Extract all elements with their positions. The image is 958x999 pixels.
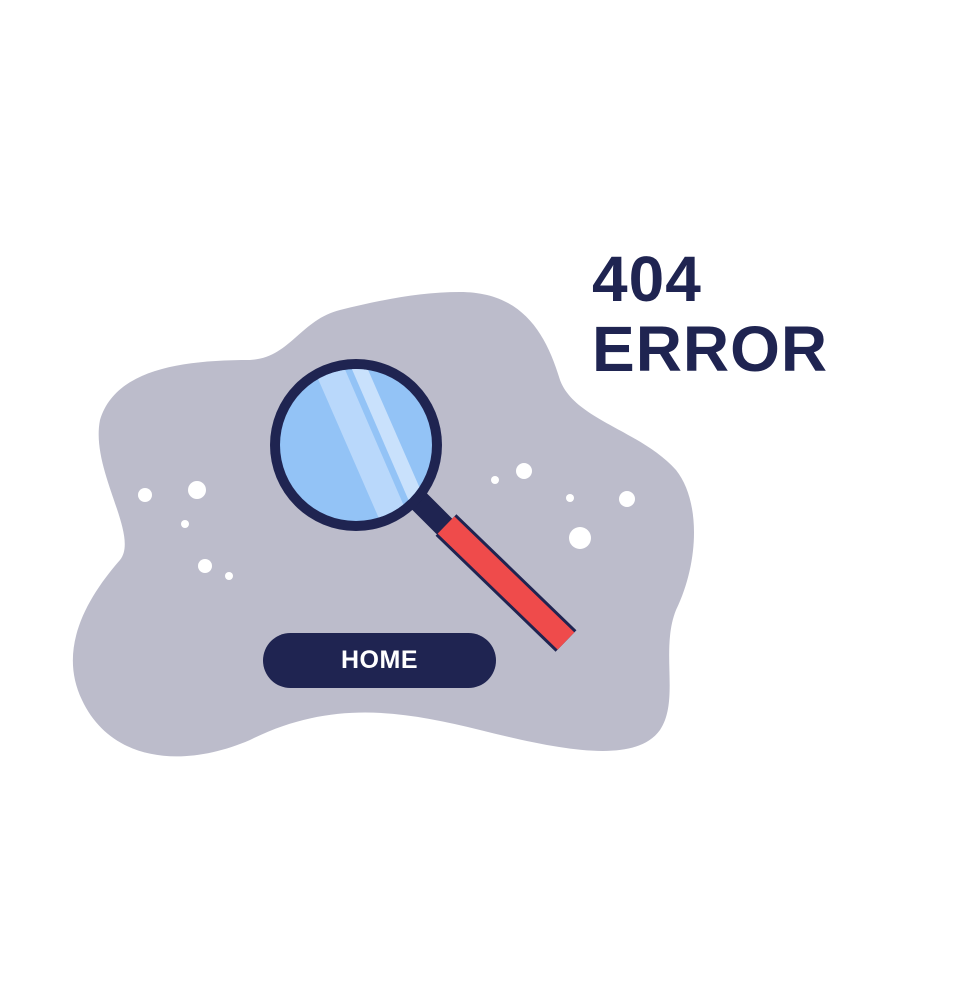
home-button-label: HOME: [341, 646, 418, 674]
sparkle: [225, 572, 233, 580]
home-button[interactable]: HOME: [263, 633, 496, 688]
sparkle: [516, 463, 532, 479]
sparkle: [138, 488, 152, 502]
sparkle: [181, 520, 189, 528]
sparkle: [198, 559, 212, 573]
sparkle: [566, 494, 574, 502]
error-label: ERROR: [592, 313, 829, 385]
sparkle: [569, 527, 591, 549]
sparkle: [491, 476, 499, 484]
sparkle: [619, 491, 635, 507]
sparkle: [188, 481, 206, 499]
illustration: [72, 292, 695, 757]
error-404-page: 404 ERROR HOME: [0, 0, 958, 999]
error-code: 404: [592, 243, 702, 315]
